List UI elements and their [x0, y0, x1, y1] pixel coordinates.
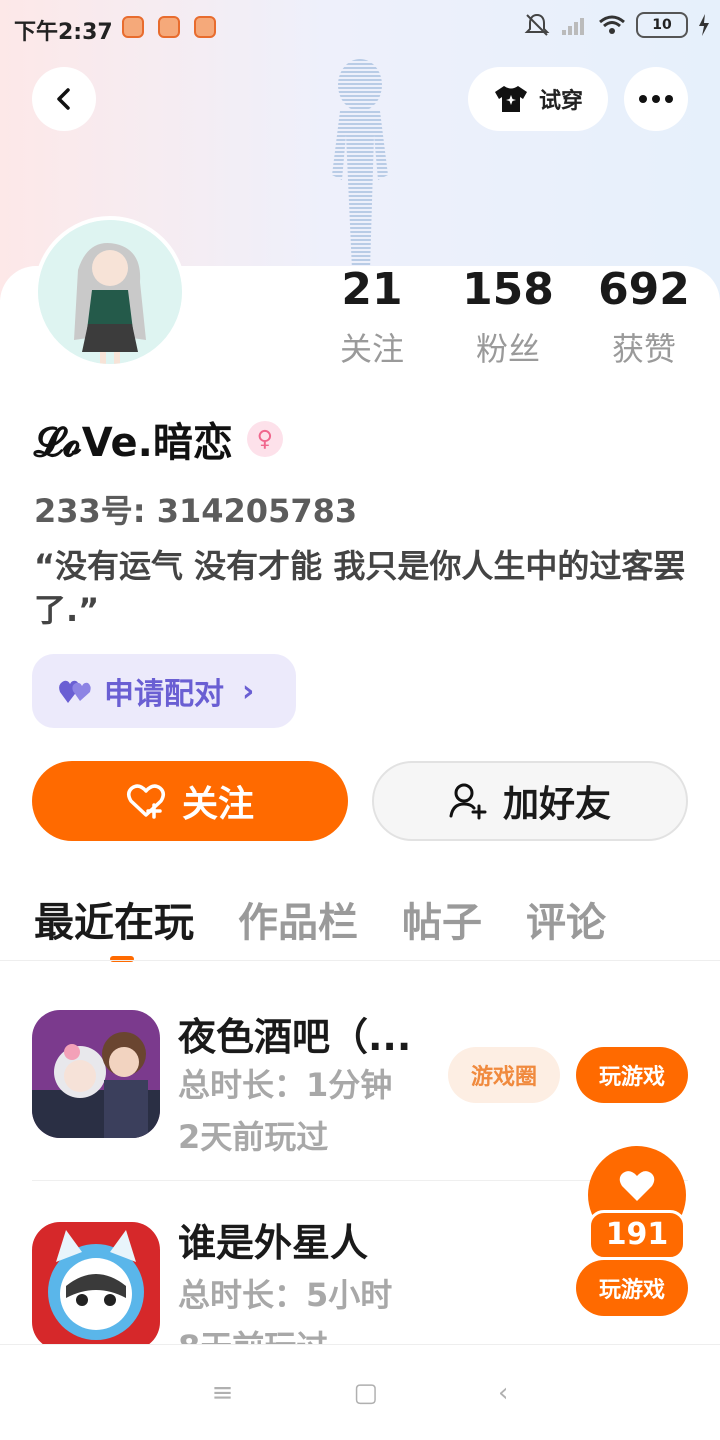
tshirt-icon	[494, 86, 527, 112]
apply-pair-label: 申请配对	[104, 677, 224, 712]
double-heart-icon	[59, 680, 91, 703]
stat-label: 获赞	[611, 330, 676, 368]
game-icon-who-is-alien[interactable]	[32, 1222, 160, 1344]
notification-icons	[122, 16, 216, 38]
game-duration: 总时长：5小时	[178, 1276, 393, 1314]
game-last-played: 8天前玩过	[178, 1322, 328, 1344]
active-tab-indicator	[110, 956, 134, 962]
add-friend-label: 加好友	[502, 784, 611, 825]
stat-label: 关注	[339, 330, 404, 368]
stat-value: 158	[462, 264, 554, 315]
more-dots-icon	[639, 95, 673, 103]
apply-pair-button[interactable]: 申请配对 ›	[32, 654, 296, 728]
game-icon-night-bar[interactable]	[32, 1010, 160, 1138]
more-button[interactable]	[624, 67, 688, 131]
play-game-button[interactable]: 玩游戏	[576, 1047, 688, 1103]
like-count: 191	[588, 1210, 686, 1260]
status-bar: 下午2:37 10	[0, 0, 720, 56]
notification-app-icon	[194, 16, 216, 38]
female-gender-icon: ♀	[246, 421, 283, 457]
chevron-right-icon: ›	[242, 673, 255, 709]
battery-indicator: 10	[636, 12, 688, 38]
follow-label: 关注	[181, 784, 254, 825]
try-on-button[interactable]: 试穿	[468, 67, 608, 131]
avatar-3d-figure	[332, 59, 388, 270]
account-id: 233号: 314205783	[34, 492, 358, 530]
heart-plus-icon	[126, 784, 165, 819]
bio-text: “没有运气 没有才能 我只是你人生中的过客罢了.”	[34, 547, 686, 629]
game-last-played: 2天前玩过	[178, 1118, 329, 1156]
home-icon[interactable]: ▢	[353, 1378, 378, 1408]
profile-tabs: 最近在玩 作品栏 帖子 评论	[34, 890, 606, 948]
tab-recently-played[interactable]: 最近在玩	[34, 890, 194, 948]
mute-bell-icon	[524, 13, 550, 36]
game-circle-button[interactable]: 游戏圈	[448, 1047, 560, 1103]
notification-app-icon	[158, 16, 180, 38]
chevron-left-icon	[57, 88, 70, 110]
stat-label: 粉丝	[475, 330, 540, 368]
signal-icon	[562, 18, 584, 35]
heart-icon	[619, 1171, 655, 1201]
tab-works[interactable]: 作品栏	[238, 890, 358, 948]
notification-app-icon	[122, 16, 144, 38]
wifi-icon	[599, 15, 625, 34]
game-duration: 总时长：1分钟	[178, 1066, 393, 1104]
avatar-illustration	[38, 220, 182, 364]
stat-likes[interactable]: 692 获赞	[594, 264, 694, 370]
add-friend-button[interactable]: 加好友	[372, 761, 688, 841]
avatar[interactable]	[34, 216, 186, 368]
status-time: 下午2:37	[14, 20, 113, 45]
game-title: 谁是外星人	[178, 1221, 369, 1265]
game-title: 夜色酒吧（...	[178, 1015, 412, 1059]
system-nav-bar: ≡ ▢ ‹	[0, 1344, 720, 1440]
try-on-label: 试穿	[538, 89, 583, 114]
tab-comments[interactable]: 评论	[526, 890, 606, 948]
game-cover-art	[32, 1010, 160, 1138]
tabs-divider	[0, 960, 720, 961]
floating-like-button[interactable]: 191	[588, 1146, 686, 1262]
stat-following[interactable]: 21 关注	[322, 264, 422, 370]
follow-button[interactable]: 关注	[32, 761, 348, 841]
tab-posts[interactable]: 帖子	[402, 890, 482, 948]
stat-followers[interactable]: 158 粉丝	[458, 264, 558, 370]
charging-icon	[699, 14, 709, 36]
back-button[interactable]	[32, 67, 96, 131]
menu-icon[interactable]: ≡	[212, 1378, 234, 1408]
play-game-button[interactable]: 玩游戏	[576, 1260, 688, 1316]
stat-value: 692	[598, 264, 690, 315]
status-right: 10	[524, 12, 710, 38]
stat-value: 21	[341, 264, 403, 315]
nickname: 𝓛𝓸Ve.暗恋	[34, 420, 233, 466]
back-icon[interactable]: ‹	[498, 1378, 508, 1408]
game-cover-art	[32, 1222, 160, 1344]
add-user-icon	[449, 783, 487, 820]
nickname-row: 𝓛𝓸Ve.暗恋 ♀	[34, 410, 283, 468]
